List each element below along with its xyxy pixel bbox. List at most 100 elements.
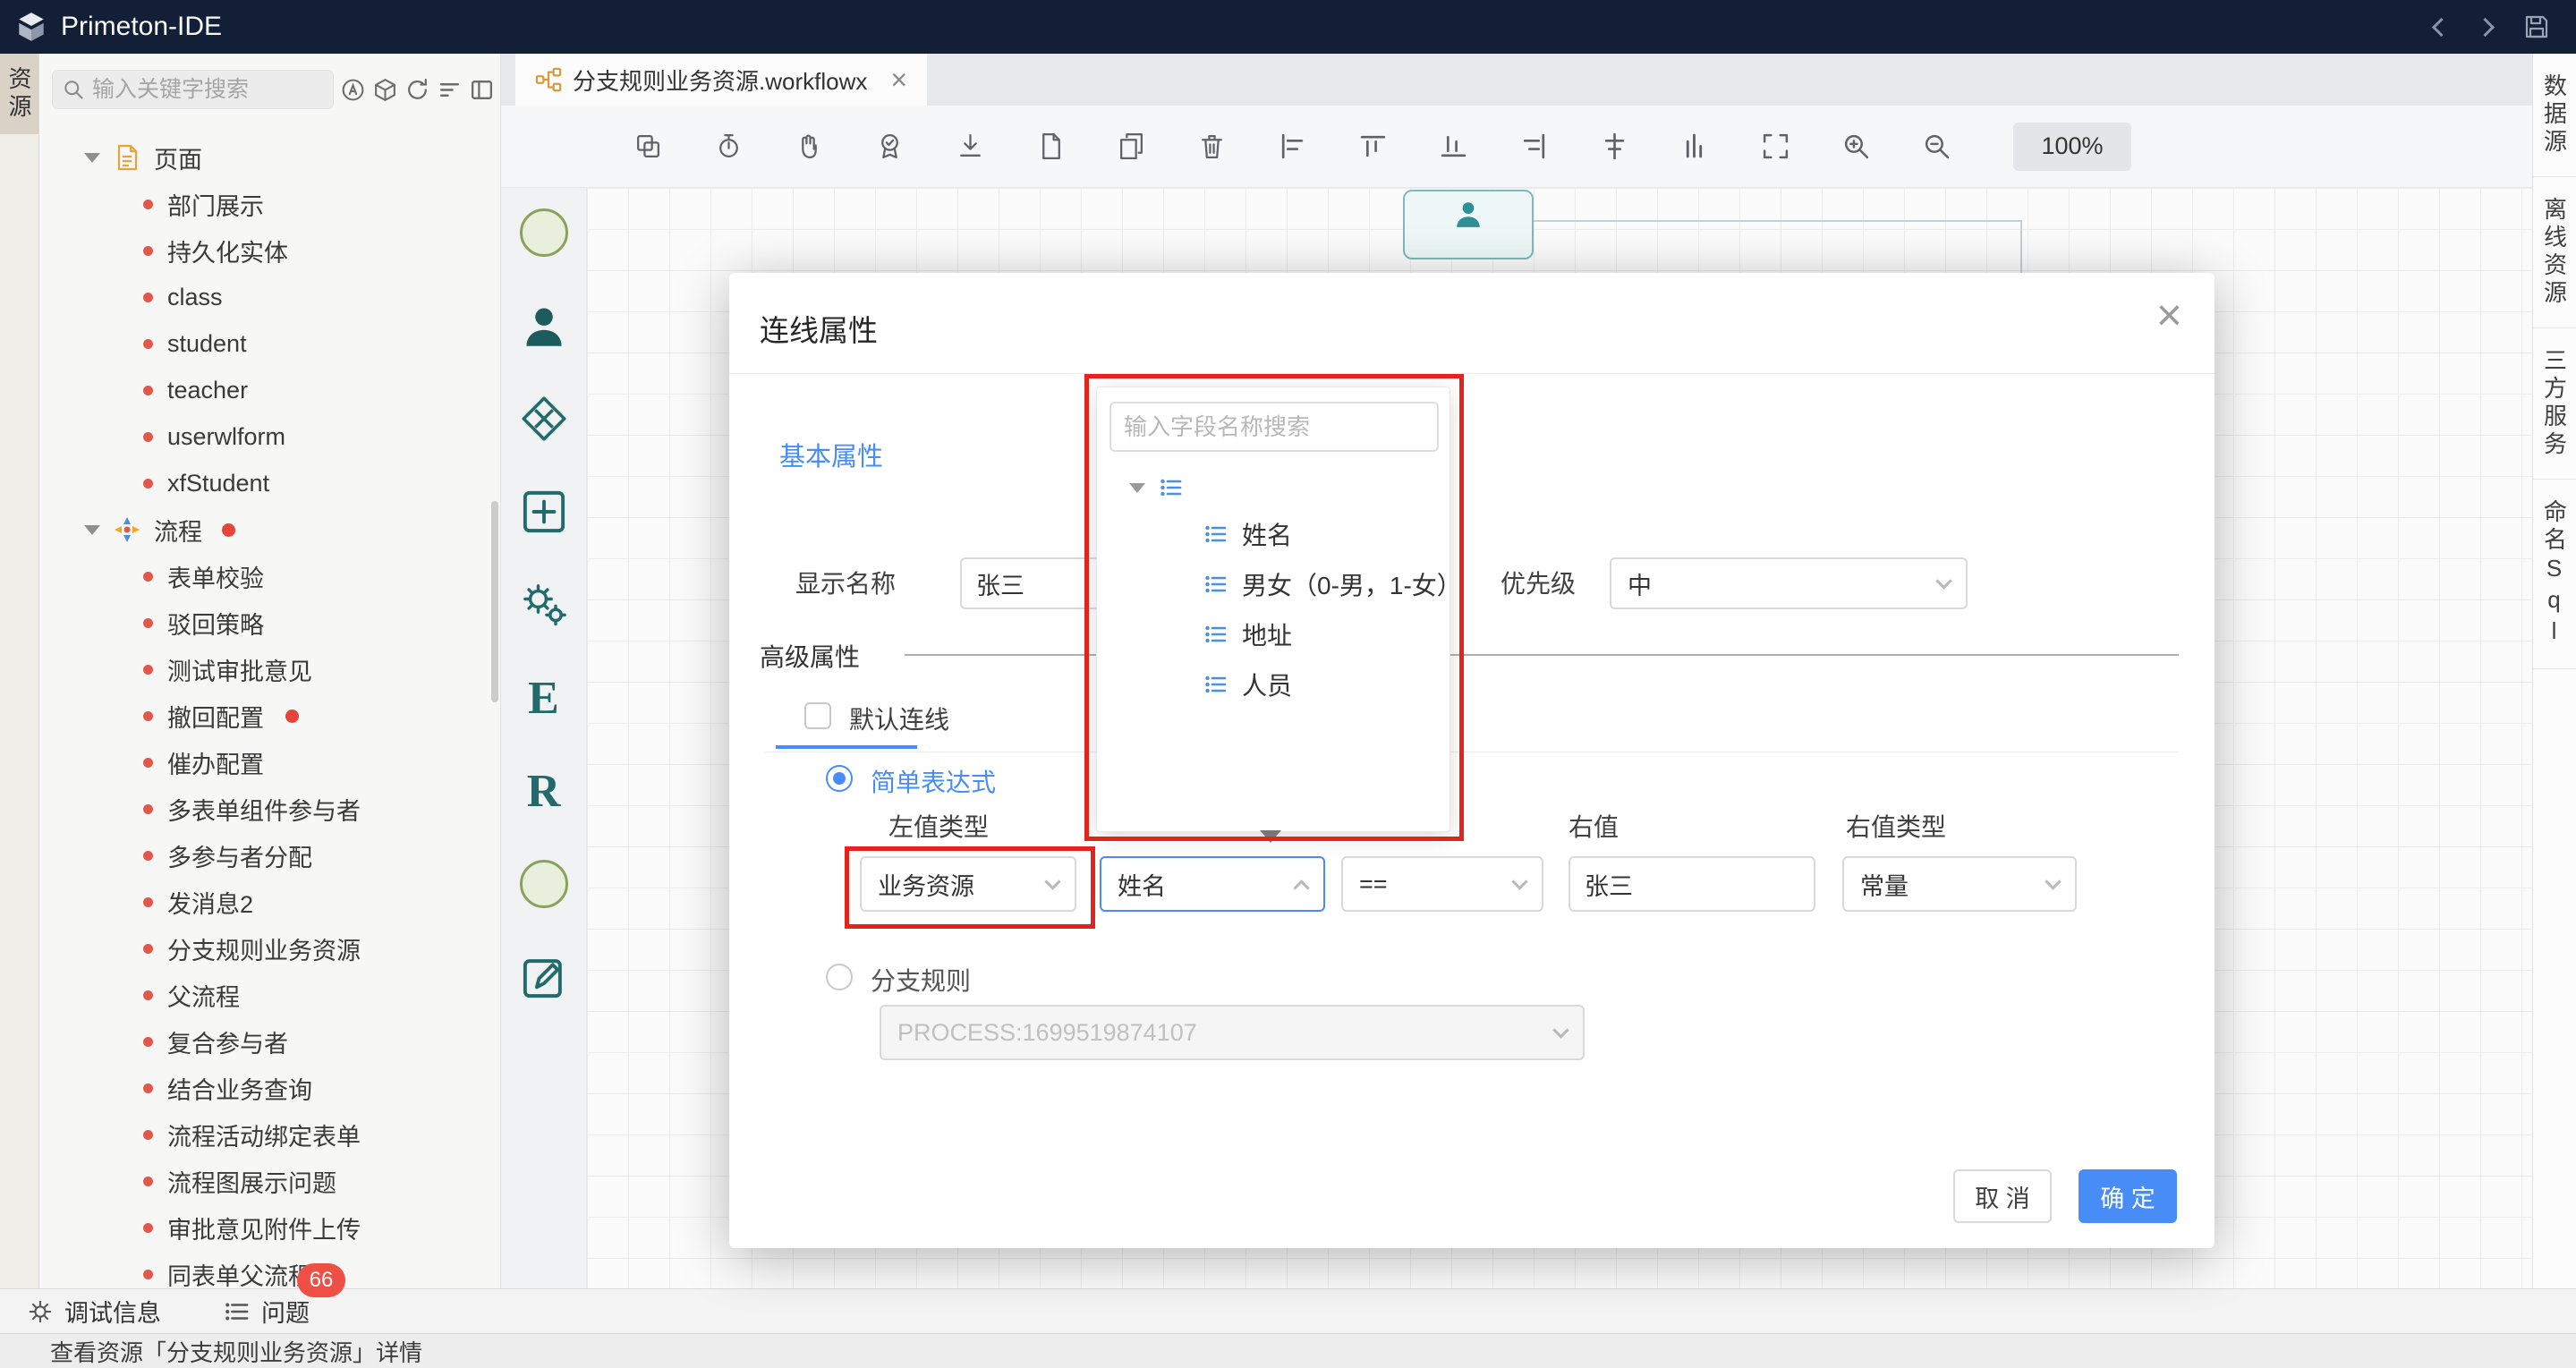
cancel-button[interactable]: 取 消 (1953, 1169, 2052, 1223)
file-icon[interactable] (1031, 127, 1070, 166)
rail-tab-datasource[interactable]: 数据源 (2533, 54, 2576, 177)
connection-line[interactable] (1534, 220, 2022, 222)
ai-assistant-icon[interactable] (340, 77, 366, 103)
sidebar-scrollbar[interactable] (491, 501, 498, 702)
tree-folder-pages[interactable]: 页面 (39, 134, 500, 181)
pan-hand-icon[interactable] (789, 127, 829, 166)
field-search-input[interactable] (1109, 402, 1439, 452)
tree-item[interactable]: student (39, 320, 500, 367)
branch-rule-select[interactable]: PROCESS:1699519874107 (880, 1005, 1585, 1060)
tree-item[interactable]: 测试审批意见 (39, 646, 500, 692)
zoom-out-icon[interactable] (1917, 127, 1956, 166)
refresh-icon[interactable] (404, 77, 430, 103)
tree-item[interactable]: 多参与者分配 (39, 832, 500, 879)
tree-item[interactable]: 部门展示 (39, 181, 500, 227)
fullscreen-icon[interactable] (1756, 127, 1795, 166)
download-icon[interactable] (950, 127, 990, 166)
align-right-icon[interactable] (1514, 127, 1553, 166)
operator-select[interactable]: == (1341, 856, 1543, 912)
priority-label: 优先级 (1501, 565, 1576, 600)
tree-item[interactable]: 分支规则业务资源 (39, 925, 500, 972)
modal-close-icon[interactable]: × (2156, 293, 2182, 337)
tree-item[interactable]: 流程活动绑定表单 (39, 1111, 500, 1158)
problems-button[interactable]: 问题 (224, 1294, 310, 1329)
tree-item[interactable]: 结合业务查询 (39, 1065, 500, 1111)
end-node-icon[interactable] (515, 855, 573, 913)
debug-info-button[interactable]: 调试信息 (27, 1294, 161, 1329)
right-value-input[interactable] (1569, 856, 1815, 912)
left-field-select[interactable]: 姓名 (1100, 856, 1325, 912)
tree-item[interactable]: 撤回配置 (39, 692, 500, 739)
rail-tab-resources[interactable]: 资源 (0, 54, 38, 134)
align-left-icon[interactable] (1272, 127, 1312, 166)
left-type-select[interactable]: 业务资源 (860, 856, 1076, 912)
tree-item[interactable]: userwlform (39, 413, 500, 460)
service-gear-icon[interactable] (515, 576, 573, 633)
search-box[interactable] (52, 70, 334, 109)
zoom-in-icon[interactable] (1836, 127, 1875, 166)
tab-basic-properties[interactable]: 基本属性 (779, 436, 883, 473)
tree-item[interactable]: 驳回策略 (39, 599, 500, 646)
editor-tab-workflow[interactable]: 分支规则业务资源.workflowx × (515, 54, 927, 106)
rail-tab-third-party-services[interactable]: 三方服务 (2533, 328, 2576, 480)
stats-icon[interactable] (1675, 127, 1714, 166)
tree-item[interactable]: xfStudent (39, 460, 500, 506)
validate-icon[interactable] (870, 127, 909, 166)
titlebar: Primeton-IDE (0, 0, 2576, 54)
field-option[interactable]: 人员 (1203, 661, 1292, 708)
tree-item[interactable]: teacher (39, 367, 500, 413)
tree-item[interactable]: 同表单父流程 (39, 1251, 500, 1288)
tab-close-icon[interactable]: × (890, 65, 907, 94)
gateway-icon[interactable] (515, 390, 573, 447)
zoom-level[interactable]: 100% (2013, 123, 2131, 171)
start-node-icon[interactable] (515, 204, 573, 261)
align-bottom-icon[interactable] (1433, 127, 1473, 166)
package-icon[interactable] (372, 77, 398, 103)
delete-icon[interactable] (1192, 127, 1231, 166)
copy-icon[interactable] (628, 127, 667, 166)
align-center-icon[interactable] (1594, 127, 1634, 166)
tree-item[interactable]: 持久化实体 (39, 227, 500, 274)
tree-item[interactable]: class (39, 274, 500, 320)
duplicate-icon[interactable] (1111, 127, 1151, 166)
form-icon[interactable] (515, 948, 573, 1006)
rail-tab-offline-resources[interactable]: 离线资源 (2533, 177, 2576, 328)
participant-node[interactable] (1403, 190, 1534, 259)
tree-item[interactable]: 表单校验 (39, 553, 500, 599)
rail-tab-named-sql[interactable]: 命名Sql (2533, 480, 2576, 669)
branch-rule-radio[interactable] (826, 964, 853, 990)
tree-item[interactable]: 催办配置 (39, 739, 500, 786)
sort-list-icon[interactable] (437, 77, 463, 103)
collapse-panel-icon[interactable] (469, 77, 495, 103)
participant-icon[interactable] (515, 297, 573, 354)
activity-icon[interactable] (515, 483, 573, 540)
align-top-icon[interactable] (1353, 127, 1392, 166)
field-tree-root[interactable] (1129, 466, 1185, 509)
tree-folder-process[interactable]: 流程 (39, 506, 500, 553)
caret-down-icon[interactable] (84, 153, 100, 163)
save-icon[interactable] (2522, 13, 2551, 41)
nav-forward-icon[interactable] (2476, 17, 2495, 36)
bullet-icon (143, 851, 153, 861)
field-option[interactable]: 地址 (1203, 611, 1292, 658)
right-type-select[interactable]: 常量 (1842, 856, 2077, 912)
r-node[interactable]: R (515, 762, 573, 820)
search-input[interactable] (92, 77, 316, 103)
tree-item[interactable]: 复合参与者 (39, 1018, 500, 1065)
tree-item[interactable]: 审批意见附件上传 (39, 1204, 500, 1251)
simple-expression-radio[interactable] (826, 765, 853, 792)
timer-icon[interactable] (709, 127, 748, 166)
nav-back-icon[interactable] (2432, 17, 2451, 36)
field-option[interactable]: 姓名 (1203, 511, 1292, 557)
priority-select[interactable]: 中 (1610, 557, 1968, 609)
tree-item[interactable]: 流程图展示问题 (39, 1158, 500, 1204)
tree-item[interactable]: 父流程 (39, 972, 500, 1018)
tree-item[interactable]: 多表单组件参与者 (39, 786, 500, 832)
field-option[interactable]: 男女（0-男，1-女） (1203, 561, 1450, 608)
tree-item[interactable]: 发消息2 (39, 879, 500, 925)
ok-button[interactable]: 确 定 (2079, 1169, 2177, 1223)
caret-down-icon[interactable] (84, 525, 100, 535)
e-node[interactable]: E (515, 669, 573, 726)
caret-down-icon[interactable] (1129, 483, 1145, 493)
default-line-checkbox[interactable] (804, 702, 831, 729)
